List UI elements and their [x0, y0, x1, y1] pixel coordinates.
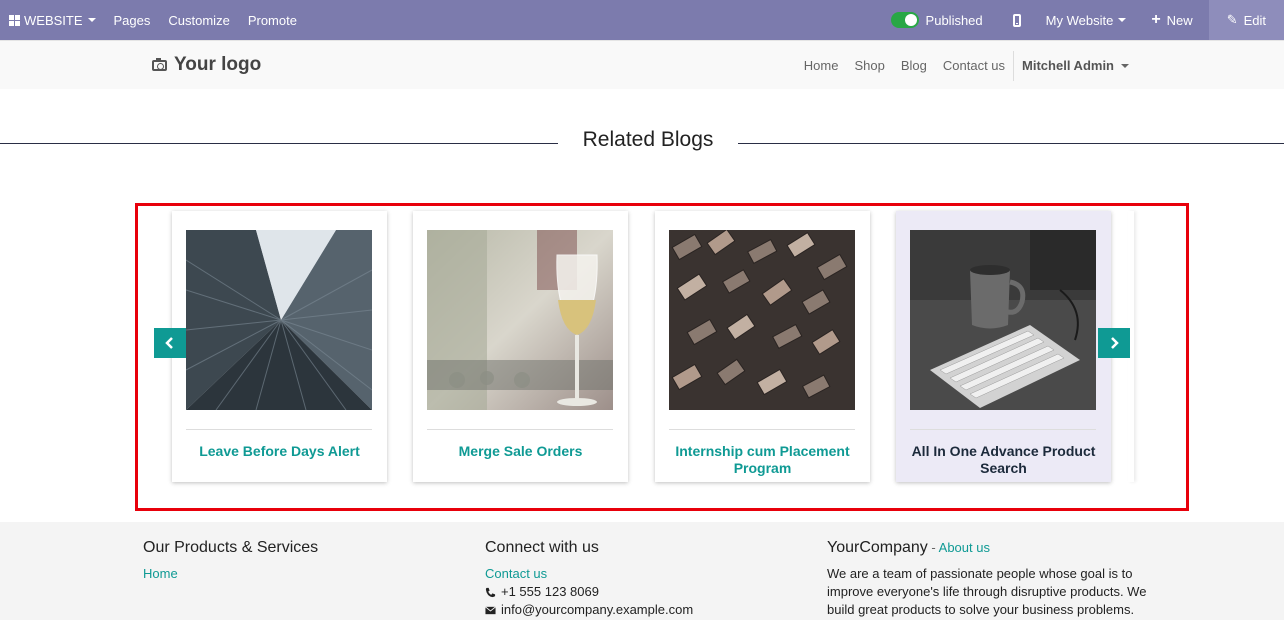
nav-home[interactable]: Home	[796, 58, 847, 73]
footer-title-dash: -	[927, 540, 939, 555]
toggle-switch-icon	[890, 12, 919, 28]
footer-company-description: We are a team of passionate people whose…	[827, 566, 1147, 617]
footer-home-link[interactable]: Home	[143, 565, 318, 583]
title-rule-right	[738, 143, 1284, 144]
admin-topbar: WEBSITE Pages Customize Promote Publishe…	[0, 0, 1284, 40]
site-header: Your logo Home Shop Blog Contact us Mitc…	[0, 40, 1284, 89]
pages-menu[interactable]: Pages	[105, 0, 160, 40]
highlight-frame	[135, 203, 1189, 511]
caret-down-icon	[87, 18, 96, 22]
website-menu-label: WEBSITE	[24, 12, 83, 28]
footer-phone: +1 555 123 8069	[485, 583, 693, 601]
edit-label: Edit	[1243, 12, 1266, 28]
footer-company-title: YourCompany	[827, 539, 928, 556]
my-website-label: My Website	[1045, 12, 1114, 28]
footer-company-heading: YourCompany - About us	[827, 539, 1147, 557]
customize-menu[interactable]: Customize	[159, 0, 238, 40]
phone-icon	[485, 587, 496, 597]
user-menu[interactable]: Mitchell Admin	[1014, 58, 1137, 73]
main-nav: Home Shop Blog Contact us Mitchell Admin	[796, 41, 1137, 90]
my-website-menu[interactable]: My Website	[1037, 0, 1143, 40]
site-logo[interactable]: Your logo	[152, 54, 261, 76]
pencil-icon: ✎	[1226, 12, 1238, 27]
footer-company-column: YourCompany - About us We are a team of …	[827, 539, 1147, 619]
promote-menu[interactable]: Promote	[239, 0, 306, 40]
section-title: Related Blogs	[582, 128, 714, 151]
envelope-icon	[485, 605, 496, 614]
user-name: Mitchell Admin	[1022, 58, 1114, 73]
caret-down-icon	[1118, 18, 1127, 22]
footer-email: info@yourcompany.example.com	[485, 601, 693, 619]
mobile-icon	[1012, 13, 1021, 27]
new-label: New	[1166, 12, 1193, 28]
logo-text: Your logo	[174, 54, 262, 75]
caret-down-icon	[1121, 63, 1129, 68]
published-label: Published	[925, 12, 983, 28]
plus-icon: +	[1151, 11, 1161, 28]
apps-grid-icon	[9, 14, 20, 26]
site-footer: Our Products & Services Home Connect wit…	[0, 522, 1284, 620]
camera-icon	[152, 57, 167, 71]
footer-products-column: Our Products & Services Home	[143, 539, 318, 583]
nav-shop[interactable]: Shop	[846, 58, 892, 73]
footer-about-link[interactable]: About us	[939, 540, 990, 555]
footer-connect-column: Connect with us Contact us +1 555 123 80…	[485, 539, 693, 619]
nav-blog[interactable]: Blog	[893, 58, 935, 73]
footer-phone-text: +1 555 123 8069	[501, 584, 599, 599]
new-button[interactable]: + New	[1142, 0, 1208, 40]
footer-contact-link[interactable]: Contact us	[485, 565, 693, 583]
mobile-preview-button[interactable]	[997, 0, 1037, 40]
edit-button[interactable]: ✎ Edit	[1208, 0, 1284, 40]
footer-connect-title: Connect with us	[485, 539, 599, 556]
footer-email-text[interactable]: info@yourcompany.example.com	[501, 601, 693, 619]
footer-products-title: Our Products & Services	[143, 539, 319, 556]
published-toggle[interactable]: Published	[882, 0, 997, 40]
title-rule-left	[0, 143, 558, 144]
website-menu[interactable]: WEBSITE	[0, 0, 105, 40]
nav-contact-us[interactable]: Contact us	[935, 58, 1013, 73]
